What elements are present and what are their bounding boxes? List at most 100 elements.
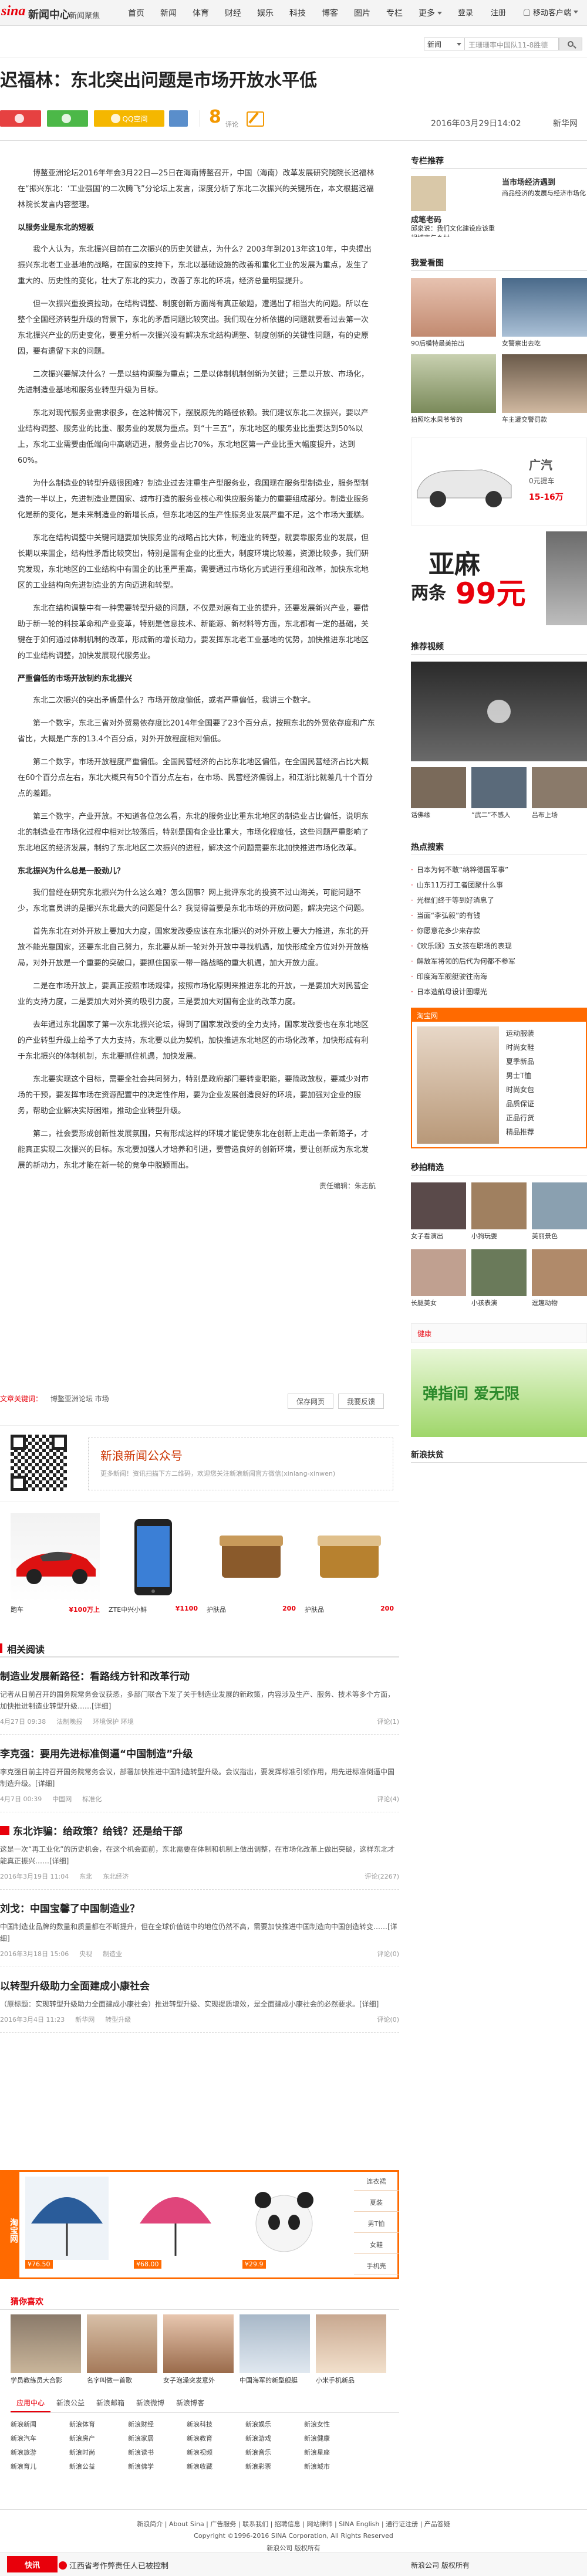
tab-charity[interactable]: 新浪公益 — [50, 2394, 90, 2412]
app-link[interactable]: 新浪健康 — [304, 2432, 363, 2446]
taobao-side-link[interactable]: 运动服装 — [506, 1026, 582, 1040]
related-item[interactable]: 制造业发展新路径：看路线方针和改革行动 记者从日前召开的国务院常务会议获悉，多部… — [0, 1658, 399, 1735]
tab-weibo[interactable]: 新浪微博 — [130, 2394, 170, 2412]
tags-values[interactable]: 博鳌亚洲论坛 市场 — [50, 1395, 109, 1403]
seckill-caption[interactable]: 美丽景色 — [532, 1232, 587, 1241]
video-thumb[interactable] — [532, 767, 587, 808]
tab-mail[interactable]: 新浪邮箱 — [90, 2394, 130, 2412]
like-pic-caption[interactable]: 车主遭交警罚款 — [502, 415, 587, 425]
like-pic[interactable] — [502, 354, 587, 413]
seckill-thumb[interactable] — [471, 1182, 527, 1229]
related-item-tags[interactable]: 环境保护 环境 — [93, 1718, 134, 1726]
thumb-image[interactable] — [239, 2314, 310, 2373]
app-link[interactable]: 新浪娱乐 — [245, 2418, 304, 2432]
nav-item-news[interactable]: 新闻 — [160, 7, 177, 19]
taobao-link[interactable]: 手机壳 — [354, 2256, 399, 2275]
related-item-comments[interactable]: 评论(1) — [377, 1717, 399, 1726]
related-item[interactable]: 东北诈骗：给政策？给钱？还是给干部 这是一次“再工业化”的历史机会，在这个机会面… — [0, 1812, 399, 1890]
thumb-image[interactable] — [11, 2314, 81, 2373]
related-item-tags[interactable]: 东北经济 — [103, 1873, 129, 1880]
like-pic[interactable] — [502, 278, 587, 337]
related-item-title[interactable]: 东北诈骗：给政策？给钱？还是给干部 — [0, 1823, 399, 1838]
panda-toy-image[interactable] — [242, 2177, 326, 2260]
seckill-thumb[interactable] — [532, 1182, 587, 1229]
app-link[interactable]: 新浪读书 — [128, 2446, 187, 2460]
comment-count[interactable]: 8 — [209, 107, 221, 127]
related-item[interactable]: 刘戈：中国宝馨了中国制造业？ 中国制造业品牌的数量和质量都在不断提升，但在全球价… — [0, 1890, 399, 1967]
like-pic[interactable] — [411, 278, 496, 337]
related-item-tags[interactable]: 标准化 — [82, 1795, 102, 1803]
ad-card[interactable]: 护肤品 200 — [305, 1513, 394, 1623]
seckill-caption[interactable]: 逗趣动物 — [532, 1299, 587, 1308]
taobao-side-link[interactable]: 正品行货 — [506, 1111, 582, 1125]
seckill-caption[interactable]: 女子看演出 — [411, 1232, 466, 1241]
app-link[interactable]: 新浪体育 — [69, 2418, 128, 2432]
seckill-caption[interactable]: 小狗玩耍 — [471, 1232, 527, 1241]
more-share-button[interactable] — [169, 110, 188, 127]
ad-card[interactable]: 跑车 ¥100万上 — [11, 1513, 100, 1623]
nav-item-photo[interactable]: 图片 — [354, 7, 370, 19]
app-link[interactable]: 新浪公益 — [69, 2460, 128, 2474]
related-item-comments[interactable]: 评论(4) — [377, 1794, 399, 1804]
like-pic-caption[interactable]: 女警察出去吃 — [502, 339, 587, 348]
column-rec-item[interactable]: 成笔老码 邱泉说：我们文化建设应该重视城市与乡村 — [411, 176, 496, 237]
thumb-caption[interactable]: 女子泡澡突发意外 — [163, 2375, 234, 2385]
seckill-caption[interactable]: 长腿美女 — [411, 1299, 466, 1308]
linen-ad[interactable]: 亚麻 两条 99元 — [411, 531, 587, 631]
register-link[interactable]: 注册 — [491, 6, 506, 18]
related-item-title[interactable]: 刘戈：中国宝馨了中国制造业？ — [0, 1900, 399, 1915]
seckill-caption[interactable]: 小孩表演 — [471, 1299, 527, 1308]
tab-app-center[interactable]: 应用中心 — [11, 2394, 51, 2412]
hot-search-item[interactable]: · 日本为何不敢“纳粹德国军事” — [411, 862, 587, 877]
app-link[interactable]: 新浪视频 — [187, 2446, 245, 2460]
app-link[interactable]: 新浪佛学 — [128, 2460, 187, 2474]
ad-card[interactable]: 护肤品 200 — [207, 1513, 296, 1623]
thumb-image[interactable] — [316, 2314, 386, 2373]
hot-search-item[interactable]: · 《欢乐颂》五女孩在职场的表现 — [411, 938, 587, 954]
umbrella-image[interactable] — [134, 2177, 217, 2260]
charity-banner[interactable]: 弹指间 爱无限 — [411, 1349, 587, 1437]
app-link[interactable]: 新浪彩票 — [245, 2460, 304, 2474]
app-link[interactable]: 新浪房产 — [69, 2432, 128, 2446]
hot-search-item[interactable]: · 你愿意花多少来存款 — [411, 923, 587, 938]
related-item-comments[interactable]: 评论(0) — [377, 1949, 399, 1958]
breaking-news-item[interactable]: 江西省考作弊责任人已被控制 — [59, 2560, 168, 2571]
tab-blog[interactable]: 新浪博客 — [170, 2394, 210, 2412]
pen-icon[interactable] — [247, 111, 264, 127]
video-caption[interactable]: 话佛缘 — [411, 811, 466, 820]
search-button[interactable] — [559, 38, 582, 50]
seckill-thumb[interactable] — [411, 1182, 466, 1229]
thumb-caption[interactable]: 名字叫做一首歌 — [87, 2375, 157, 2385]
app-link[interactable]: 新浪时尚 — [69, 2446, 128, 2460]
like-pic-caption[interactable]: 拍照吃水果爷爷的 — [411, 415, 496, 425]
app-link[interactable]: 新浪星座 — [304, 2446, 363, 2460]
taobao-side-link[interactable]: 男士T恤 — [506, 1069, 582, 1083]
hot-search-item[interactable]: · 日本造航母设计图曝光 — [411, 984, 587, 999]
app-link[interactable]: 新浪女性 — [304, 2418, 363, 2432]
hot-search-item[interactable]: · 解放军将领的后代为何都不参军 — [411, 954, 587, 969]
related-item-tags[interactable]: 转型升级 — [105, 2016, 131, 2023]
thumb-caption[interactable]: 中国海军的新型舰艇 — [239, 2375, 310, 2385]
taobao-link[interactable]: 女鞋 — [354, 2235, 399, 2254]
app-link[interactable]: 新浪音乐 — [245, 2446, 304, 2460]
app-link[interactable]: 新浪收藏 — [187, 2460, 245, 2474]
search-scope-select[interactable]: 新闻 — [424, 38, 465, 50]
nav-item-home[interactable]: 首页 — [128, 7, 144, 19]
taobao-side-link[interactable]: 时尚女鞋 — [506, 1040, 582, 1055]
nav-item-more[interactable]: 更多 — [419, 7, 442, 19]
nav-item-blog[interactable]: 博客 — [322, 7, 338, 19]
article-source[interactable]: 新华网 — [553, 117, 578, 129]
taobao-side-link[interactable]: 时尚女包 — [506, 1083, 582, 1097]
health-strip[interactable]: 健康 — [411, 1323, 587, 1343]
related-item[interactable]: 以转型升级助力全面建成小康社会 （原标题：实现转型升级助力全面建成小康社会）推进… — [0, 1967, 399, 2033]
car-ad[interactable]: 广汽 0元提车 15-16万 — [411, 438, 587, 526]
related-item[interactable]: 李克强：要用先进标准倒逼“中国制造”升级 李克强日前主持召开国务院常务会议，部署… — [0, 1735, 399, 1812]
thumb-image[interactable] — [87, 2314, 157, 2373]
taobao-side-link[interactable]: 品质保证 — [506, 1097, 582, 1111]
nav-item-finance[interactable]: 财经 — [225, 7, 241, 19]
app-link[interactable]: 新浪游戏 — [245, 2432, 304, 2446]
share-qzone-button[interactable]: QQ空间 — [94, 110, 164, 127]
footer-links[interactable]: 新浪简介 | About Sina | 广告服务 | 联系我们 | 招聘信息 |… — [0, 2519, 587, 2528]
taobao-side-link[interactable]: 夏季新品 — [506, 1055, 582, 1069]
umbrella-image[interactable] — [25, 2177, 109, 2260]
